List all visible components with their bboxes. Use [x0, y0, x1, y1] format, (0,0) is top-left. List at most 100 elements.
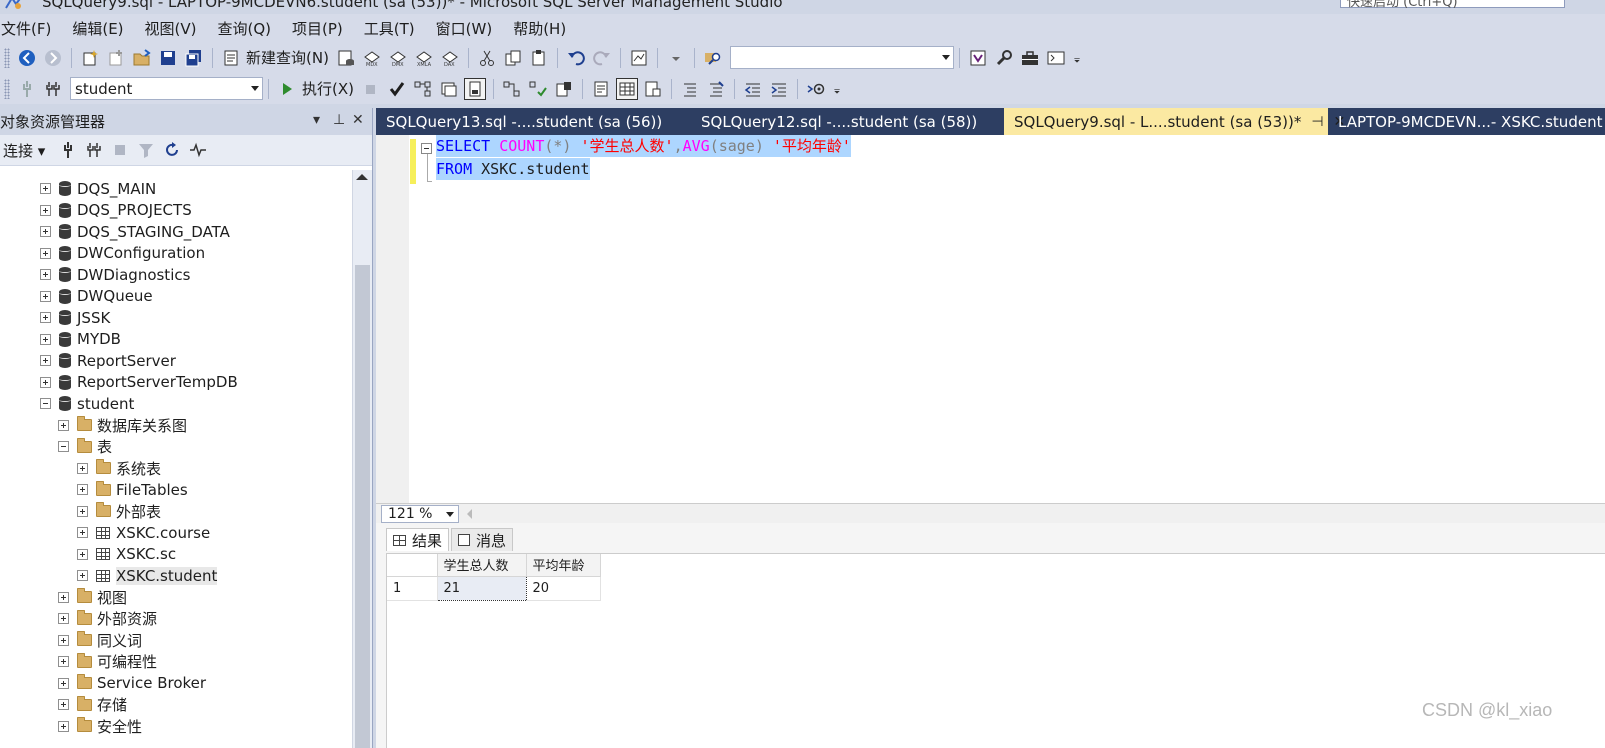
paste-icon[interactable] — [528, 47, 550, 69]
activity-monitor-icon[interactable] — [628, 47, 650, 69]
back-icon[interactable] — [16, 47, 38, 69]
redo-icon[interactable] — [591, 47, 613, 69]
expand-icon[interactable] — [58, 634, 69, 646]
close-icon[interactable]: ✕ — [352, 112, 364, 128]
column-header[interactable]: 学生总人数 — [437, 554, 527, 577]
document-tab[interactable]: SQLQuery12.sql -....student (sa (58)) — [691, 108, 1004, 135]
decrease-indent-icon[interactable] — [742, 78, 764, 100]
tree-item[interactable]: XSKC.sc — [77, 544, 176, 565]
tree-item[interactable]: 视图 — [58, 587, 127, 608]
expand-icon[interactable] — [58, 656, 69, 667]
tree-item[interactable]: 存储 — [58, 694, 127, 715]
tree-item[interactable]: MYDB — [40, 329, 121, 350]
expand-icon[interactable] — [40, 226, 51, 237]
menu-window[interactable]: 窗口(W) — [435, 18, 505, 39]
activity-monitor-icon[interactable] — [187, 139, 209, 161]
tree-item[interactable]: 安全性 — [58, 716, 142, 737]
document-tab[interactable]: SQLQuery9.sql - L....student (sa (53))* ⊣… — [1004, 108, 1345, 135]
scroll-left-icon[interactable] — [467, 508, 472, 519]
properties-icon[interactable] — [993, 47, 1015, 69]
add-item-icon[interactable] — [105, 47, 127, 69]
tree-vertical-scrollbar[interactable] — [352, 170, 372, 748]
tree-item[interactable]: JSSK — [40, 307, 110, 328]
expand-icon[interactable] — [58, 591, 69, 603]
panel-menu-dropdown-icon[interactable]: ▾ — [313, 112, 320, 128]
toolbar-overflow-icon[interactable] — [1071, 47, 1083, 69]
column-header[interactable]: 平均年龄 — [526, 554, 601, 577]
scroll-up-icon[interactable] — [356, 174, 368, 180]
tab-results[interactable]: 结果 — [386, 528, 450, 551]
menu-file[interactable]: 文件(F) — [0, 18, 63, 39]
open-file-icon[interactable] — [131, 47, 153, 69]
collapse-icon[interactable] — [40, 398, 51, 409]
expand-icon[interactable] — [40, 333, 51, 345]
command-window-icon[interactable] — [1045, 47, 1067, 69]
menu-view[interactable]: 视图(V) — [144, 18, 209, 39]
solution-config-dropdown[interactable] — [665, 47, 687, 69]
code-line-1[interactable]: SELECT COUNT(*) '学生总人数',AVG(sage) '平均年龄' — [436, 135, 851, 157]
tree-item[interactable]: DWConfiguration — [40, 243, 205, 264]
query-options-icon[interactable] — [438, 78, 460, 100]
tree-item[interactable]: 同义词 — [58, 630, 142, 651]
connect-icon[interactable] — [16, 78, 38, 100]
tree-item[interactable]: DQS_STAGING_DATA — [40, 221, 230, 242]
client-statistics-icon[interactable] — [553, 78, 575, 100]
pin-tab-icon[interactable]: ⊣ — [1311, 114, 1323, 130]
new-query-icon[interactable] — [220, 47, 242, 69]
document-tab[interactable]: SQLQuery13.sql -....student (sa (56)) — [376, 108, 691, 135]
tree-item[interactable]: Service Broker — [58, 673, 206, 694]
execute-button[interactable]: 执行(X) — [302, 78, 354, 99]
expand-icon[interactable] — [40, 312, 51, 323]
display-estimated-plan-icon[interactable] — [412, 78, 434, 100]
new-query-button[interactable]: 新建查询(N) — [246, 47, 329, 68]
tree-item[interactable]: FileTables — [77, 479, 188, 500]
toolbox-icon[interactable] — [1019, 47, 1041, 69]
expand-icon[interactable] — [77, 462, 88, 474]
toolbar-grip[interactable] — [4, 47, 10, 68]
connect-object-explorer-icon[interactable] — [57, 139, 79, 161]
expand-icon[interactable] — [77, 527, 88, 538]
tree-item[interactable]: 外部资源 — [58, 608, 157, 629]
expand-icon[interactable] — [77, 505, 88, 517]
table-row[interactable]: 1 21 20 — [387, 575, 601, 601]
tree-item[interactable]: DWDiagnostics — [40, 264, 190, 285]
change-connection-icon[interactable] — [42, 78, 64, 100]
disconnect-icon[interactable] — [83, 139, 105, 161]
collapse-region-icon[interactable] — [421, 143, 432, 154]
intellisense-toggle-icon[interactable] — [463, 77, 486, 100]
expand-icon[interactable] — [58, 699, 69, 710]
collapse-icon[interactable] — [58, 441, 69, 452]
toolbar-grip[interactable] — [4, 78, 10, 99]
tree-item[interactable]: 数据库关系图 — [58, 415, 187, 436]
undo-icon[interactable] — [565, 47, 587, 69]
tree-item[interactable]: ReportServerTempDB — [40, 372, 238, 393]
dax-query-icon[interactable]: DAX — [439, 47, 461, 69]
tree-item[interactable]: XSKC.student — [77, 565, 218, 586]
cancel-execution-icon[interactable] — [360, 78, 382, 100]
database-engine-query-icon[interactable] — [335, 47, 357, 69]
execute-icon[interactable] — [276, 78, 298, 100]
code-line-2[interactable]: FROM XSKC.student — [436, 158, 590, 180]
expand-icon[interactable] — [58, 720, 69, 732]
expand-icon[interactable] — [77, 548, 88, 560]
row-number[interactable]: 1 — [387, 576, 438, 601]
menu-query[interactable]: 查询(Q) — [217, 18, 284, 39]
new-project-icon[interactable] — [79, 47, 101, 69]
tree-item[interactable]: student — [40, 393, 134, 414]
quick-launch-input[interactable]: 快速启动 (Ctrl+Q) — [1340, 0, 1565, 10]
tree-item[interactable]: DQS_PROJECTS — [40, 200, 192, 221]
include-actual-plan-icon[interactable] — [501, 78, 523, 100]
parse-checkmark-icon[interactable] — [386, 78, 408, 100]
save-icon[interactable] — [157, 47, 179, 69]
menu-help[interactable]: 帮助(H) — [512, 18, 578, 39]
expand-icon[interactable] — [77, 570, 88, 581]
grid-cell[interactable]: 21 — [436, 575, 527, 601]
dmx-query-icon[interactable]: DMX — [387, 47, 409, 69]
cut-icon[interactable] — [476, 47, 498, 69]
expand-icon[interactable] — [58, 613, 69, 624]
results-grid[interactable]: 学生总人数 平均年龄 1 21 20 — [387, 554, 601, 601]
menu-project[interactable]: 项目(P) — [291, 18, 355, 39]
tree-item[interactable]: 可编程性 — [58, 651, 157, 672]
filter-icon[interactable] — [135, 139, 157, 161]
specify-template-values-icon[interactable] — [805, 78, 827, 100]
